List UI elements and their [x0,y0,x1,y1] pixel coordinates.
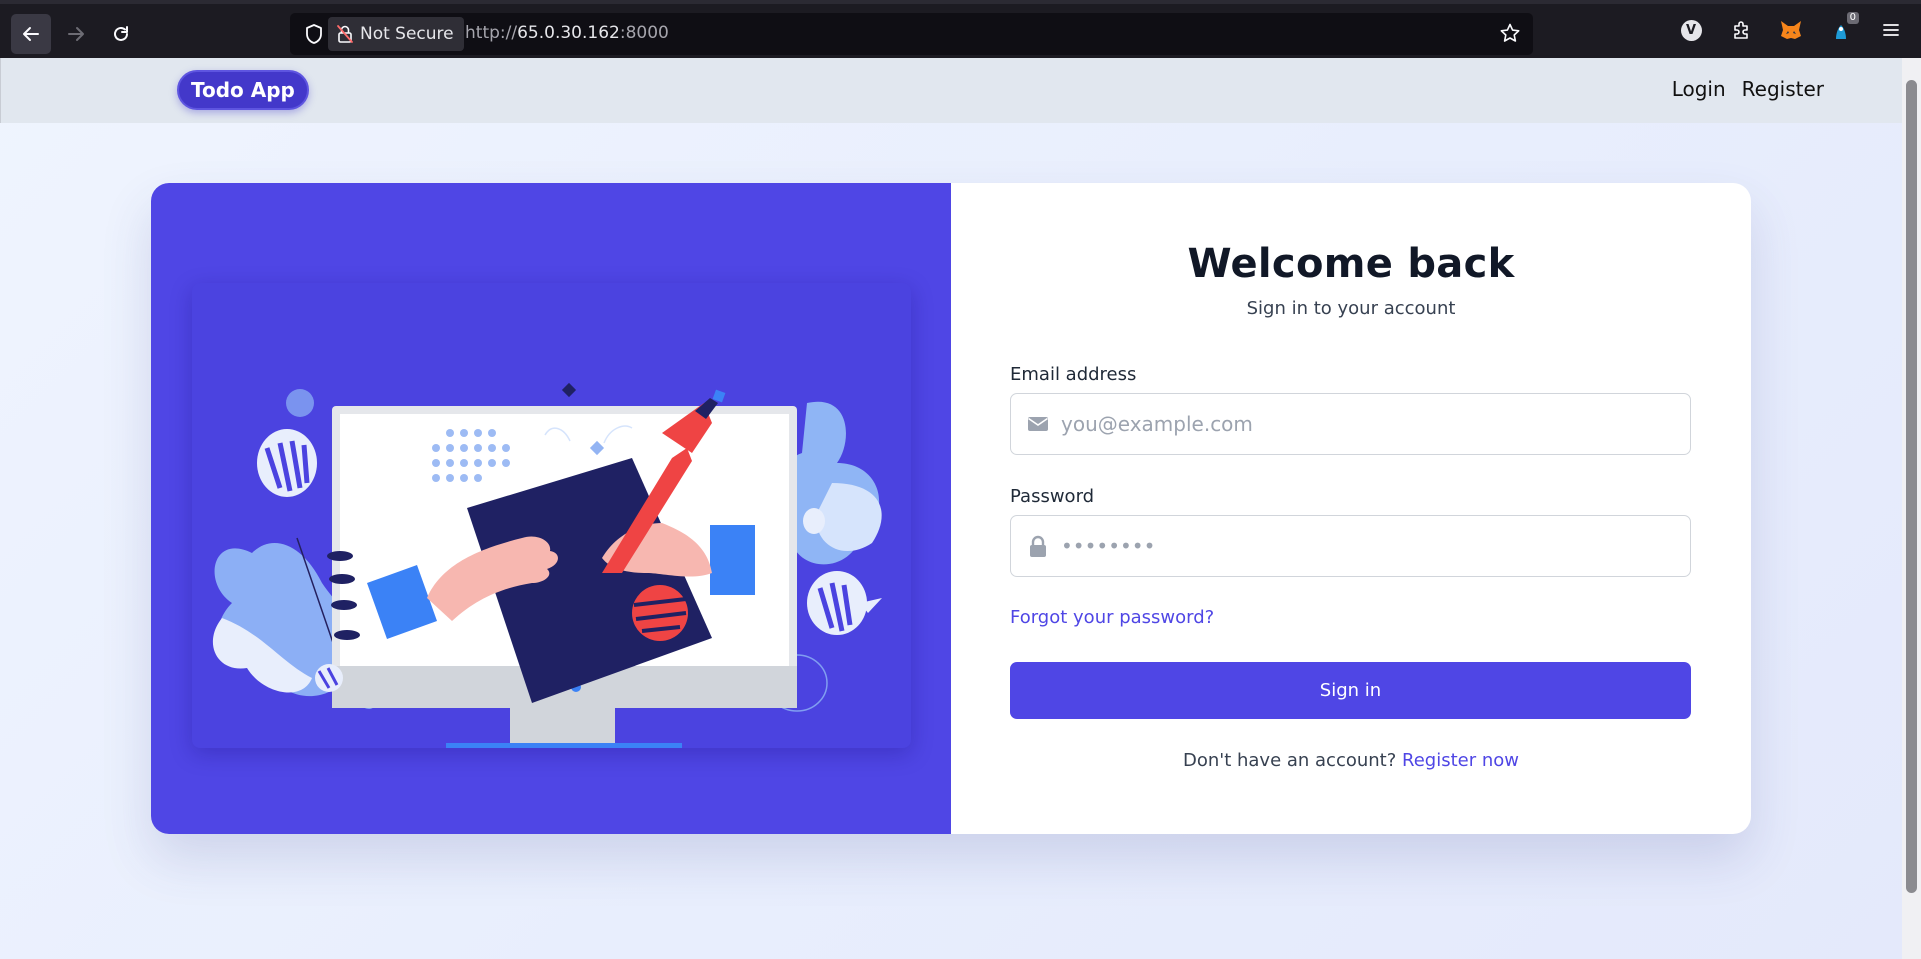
vpn-button[interactable]: V [1679,18,1703,42]
header-nav: Login Register [1672,77,1824,101]
register-prompt-text: Don't have an account? [1182,750,1397,771]
password-field[interactable] [1010,515,1691,577]
register-link[interactable]: Register [1742,77,1824,101]
forgot-password-link[interactable]: Forgot your password? [1010,607,1214,628]
envelope-icon [1028,417,1048,431]
app-menu-button[interactable] [1879,18,1903,42]
browser-toolbar: Not Secure http://65.0.30.162:8000 V 0 [0,0,1921,58]
site-security-indicator[interactable]: Not Secure [328,17,464,51]
email-input[interactable] [1061,394,1671,454]
lock-icon [1030,535,1046,557]
url-port: :8000 [619,23,669,43]
scrollbar-thumb[interactable] [1906,80,1917,893]
register-now-link[interactable]: Register now [1402,750,1519,771]
illustration-frame [192,283,911,752]
password-input[interactable] [1061,516,1671,576]
illustration-panel [151,183,951,834]
menu-icon [1883,24,1899,36]
register-prompt: Don't have an account? Register now [951,750,1751,771]
app-header: Todo App Login Register [0,58,1902,123]
star-icon[interactable] [1499,22,1521,44]
email-field[interactable] [1010,393,1691,455]
back-arrow-icon [23,27,39,41]
extension-badge: 0 [1846,12,1859,24]
toolbar-extensions: V 0 [1679,12,1903,42]
url-host: 65.0.30.162 [517,23,620,43]
shield-icon[interactable] [304,23,324,45]
forward-arrow-icon [68,27,84,41]
page-scrollbar[interactable] [1902,58,1921,959]
brand-logo[interactable]: Todo App [177,70,309,110]
back-button[interactable] [11,14,51,54]
vpn-icon: V [1680,19,1702,41]
email-label: Email address [1010,364,1137,385]
reload-button[interactable] [101,14,141,54]
extensions-button[interactable] [1729,18,1753,42]
page-viewport: Todo App Login Register Welcome back Sig… [0,58,1902,959]
security-label: Not Secure [360,24,454,44]
password-label: Password [1010,486,1095,507]
page-subtitle: Sign in to your account [1246,298,1456,319]
url-text[interactable]: http://65.0.30.162:8000 [465,23,669,43]
auth-card: Welcome back Sign in to your account Ema… [151,183,1751,834]
reload-icon [114,26,128,41]
forward-button[interactable] [56,14,96,54]
page-title: Welcome back [1187,241,1515,287]
tab-strip-edge [0,0,1921,4]
blue-extension-button[interactable]: 0 [1829,12,1859,42]
login-link[interactable]: Login [1672,77,1726,101]
url-prefix: http:// [465,23,518,43]
fox-extension-icon [1781,21,1801,39]
sign-in-button[interactable]: Sign in [1010,662,1691,719]
fox-extension-button[interactable] [1779,18,1803,42]
login-panel: Welcome back Sign in to your account Ema… [951,183,1751,834]
desktop-illustration [212,382,882,752]
lock-slash-icon [337,25,353,43]
extensions-icon [1734,21,1748,39]
address-bar[interactable]: Not Secure http://65.0.30.162:8000 [290,13,1533,55]
